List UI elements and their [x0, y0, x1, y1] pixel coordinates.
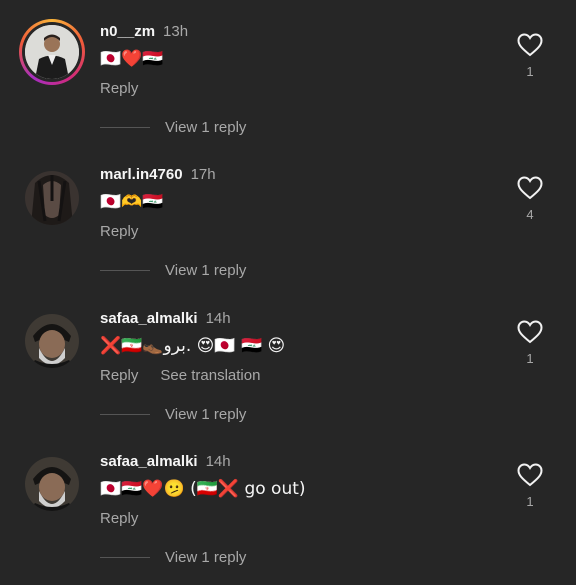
comment-actions: Reply — [100, 80, 138, 97]
comment-meta: marl.in4760 17h — [100, 166, 216, 183]
username[interactable]: n0__zm — [100, 23, 155, 40]
heart-icon — [517, 33, 543, 57]
timestamp: 13h — [163, 23, 189, 40]
view-replies-label: View 1 reply — [165, 262, 247, 279]
heart-icon — [517, 176, 543, 200]
view-replies-button[interactable]: View 1 reply — [100, 406, 246, 423]
comment-text: ❌🇮🇷👞برو. 😍🇯🇵 🇮🇶 😍 — [100, 336, 286, 356]
comment-text: 🇯🇵🇮🇶❤️🫤 (🇮🇷❌ go out) — [100, 479, 306, 499]
timestamp: 14h — [205, 310, 231, 327]
like-count: 1 — [526, 351, 534, 366]
like-button[interactable]: 1 — [512, 463, 548, 509]
comment-item: safaa_almalki 14h ❌🇮🇷👞برو. 😍🇯🇵 🇮🇶 😍 Reply… — [0, 287, 576, 430]
comment-item: marl.in4760 17h 🇯🇵🫶🇮🇶 Reply View 1 reply … — [0, 143, 576, 286]
username[interactable]: safaa_almalki — [100, 310, 198, 327]
comment-actions: Reply See translation — [100, 367, 260, 384]
view-replies-label: View 1 reply — [165, 549, 247, 566]
avatar[interactable] — [25, 314, 79, 368]
comment-meta: n0__zm 13h — [100, 23, 188, 40]
like-count: 1 — [526, 494, 534, 509]
divider — [100, 557, 150, 558]
divider — [100, 270, 150, 271]
timestamp: 17h — [190, 166, 216, 183]
reply-button[interactable]: Reply — [100, 223, 138, 240]
view-replies-button[interactable]: View 1 reply — [100, 262, 246, 279]
comment-text: 🇯🇵🫶🇮🇶 — [100, 192, 164, 212]
heart-icon — [517, 463, 543, 487]
reply-button[interactable]: Reply — [100, 367, 138, 384]
view-replies-button[interactable]: View 1 reply — [100, 549, 246, 566]
comment-item: safaa_almalki 14h 🇯🇵🇮🇶❤️🫤 (🇮🇷❌ go out) Re… — [0, 430, 576, 573]
avatar[interactable] — [19, 19, 85, 85]
heart-icon — [517, 320, 543, 344]
comment-meta: safaa_almalki 14h — [100, 310, 231, 327]
comment-actions: Reply — [100, 510, 138, 527]
comment-text: 🇯🇵❤️🇮🇶 — [100, 49, 164, 69]
timestamp: 14h — [205, 453, 231, 470]
avatar-ring-inner — [22, 22, 82, 82]
avatar[interactable] — [25, 171, 79, 225]
see-translation-button[interactable]: See translation — [160, 367, 260, 384]
username[interactable]: safaa_almalki — [100, 453, 198, 470]
avatar[interactable] — [25, 457, 79, 511]
reply-button[interactable]: Reply — [100, 80, 138, 97]
like-button[interactable]: 4 — [512, 176, 548, 222]
like-count: 4 — [526, 207, 534, 222]
divider — [100, 127, 150, 128]
username[interactable]: marl.in4760 — [100, 166, 183, 183]
comment-meta: safaa_almalki 14h — [100, 453, 231, 470]
avatar-photo — [25, 25, 79, 79]
like-button[interactable]: 1 — [512, 33, 548, 79]
like-button[interactable]: 1 — [512, 320, 548, 366]
view-replies-label: View 1 reply — [165, 406, 247, 423]
like-count: 1 — [526, 64, 534, 79]
comment-actions: Reply — [100, 223, 138, 240]
view-replies-button[interactable]: View 1 reply — [100, 119, 246, 136]
reply-button[interactable]: Reply — [100, 510, 138, 527]
divider — [100, 414, 150, 415]
comment-item: n0__zm 13h 🇯🇵❤️🇮🇶 Reply View 1 reply 1 — [0, 0, 576, 143]
view-replies-label: View 1 reply — [165, 119, 247, 136]
